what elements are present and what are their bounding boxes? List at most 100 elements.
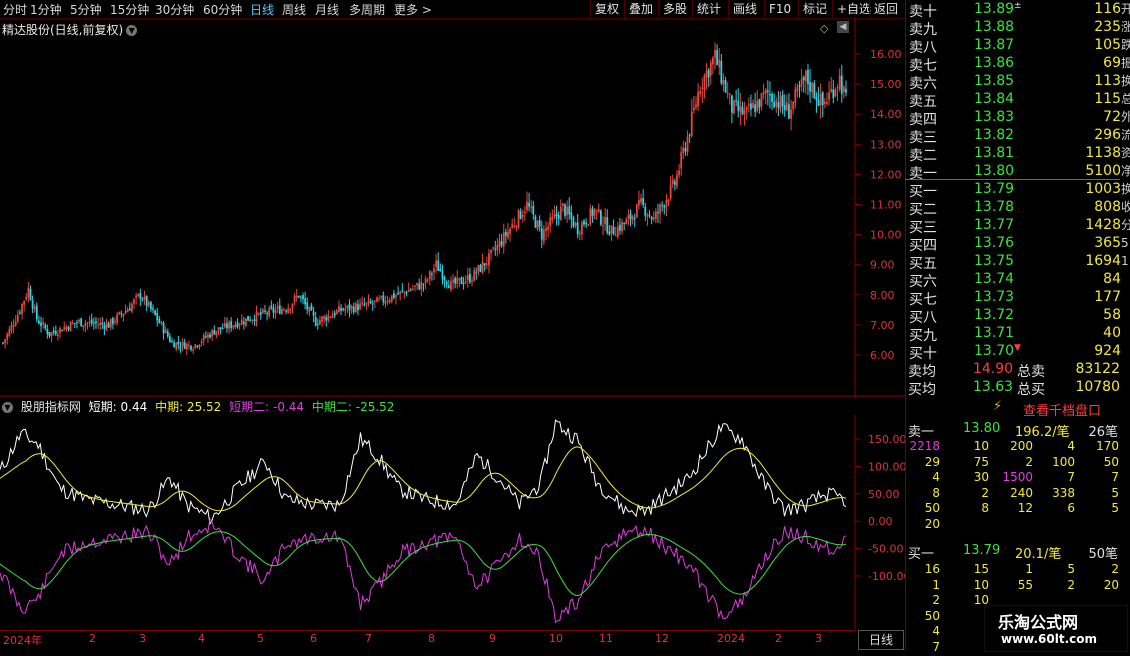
ask-row[interactable]: 卖七 13.86 69 [906, 55, 1130, 74]
candle-body [745, 107, 748, 111]
candle-body [65, 326, 68, 330]
candle-body [430, 273, 433, 275]
price-tick-label: 14.00 [870, 108, 902, 121]
candle-body [257, 313, 260, 315]
candle-body [268, 307, 271, 317]
price-tick-label: 8.00 [870, 289, 895, 302]
ask-row[interactable]: 卖九 13.88 235 [906, 19, 1130, 38]
bid-row[interactable]: 买一 13.79 1003 [906, 181, 1130, 200]
period-tab-60min[interactable]: 60分钟 [203, 1, 242, 18]
candle-body [259, 312, 262, 315]
ask-row[interactable]: 卖八 13.87 105 [906, 37, 1130, 56]
candle-body [111, 318, 114, 325]
period-tab-分时[interactable]: 分时 [3, 1, 27, 18]
level-volume: 69 [1103, 55, 1121, 71]
bid-row[interactable]: 买四 13.76 365 [906, 235, 1130, 254]
indicator-chart[interactable]: 150.00 100.00 50.00 0.00 -50.00 -100.00 [0, 415, 905, 630]
candle-body [783, 104, 786, 111]
mid-line [0, 446, 847, 512]
candle-body [61, 329, 64, 332]
candle-body [276, 306, 279, 309]
ask-row[interactable]: 卖三 13.82 296 [906, 127, 1130, 146]
queue-cell: 5 [1111, 501, 1119, 515]
candle-body [583, 220, 585, 225]
bid-row[interactable]: 买十 13.70 924 ▼ [906, 343, 1130, 362]
candle-body [428, 271, 431, 280]
level-volume: 105 [1094, 37, 1121, 53]
candle-body [572, 218, 575, 227]
candle-body [261, 309, 264, 313]
candle-body [27, 287, 30, 298]
candle-body [644, 206, 647, 216]
period-tab-5min[interactable]: 5分钟 [70, 1, 102, 18]
candle-body [323, 316, 326, 319]
candle-body [80, 318, 83, 327]
candle-body [538, 220, 541, 227]
candle-body [278, 305, 281, 314]
level-price: 13.87 [974, 37, 1015, 53]
candle-body [249, 320, 252, 322]
ask-row[interactable]: 卖六 13.85 113 [906, 73, 1130, 92]
candle-body [747, 104, 750, 106]
candle-body [73, 322, 76, 324]
multi-stock-button[interactable]: 多股 [658, 0, 691, 18]
draw-line-button[interactable]: 画线 [728, 0, 761, 18]
period-tab-1min[interactable]: 1分钟 [30, 1, 62, 18]
candle-body [587, 224, 590, 226]
candle-body [280, 308, 283, 315]
candle-body [585, 222, 588, 225]
candle-body [335, 310, 338, 314]
bid-row[interactable]: 买五 13.75 1694 [906, 253, 1130, 272]
candle-body [777, 102, 780, 108]
ask-row[interactable]: 卖二 13.81 1138 [906, 145, 1130, 164]
candle-body [84, 323, 87, 326]
period-indicator-box[interactable]: 日线 [858, 630, 904, 650]
bid-row[interactable]: 买三 13.77 1428 [906, 217, 1130, 236]
candle-body [270, 305, 273, 309]
restore-rights-button[interactable]: 复权 [590, 0, 623, 18]
candle-body [728, 93, 731, 95]
period-tab-daily[interactable]: 日线 [250, 1, 274, 18]
back-button[interactable]: 返回 [869, 0, 902, 18]
candle-body [116, 314, 118, 323]
bid-row[interactable]: 买七 13.73 177 [906, 289, 1130, 308]
level-volume: 808 [1094, 199, 1121, 215]
edge-char: 总 [1121, 92, 1130, 106]
period-tab-monthly[interactable]: 月线 [315, 1, 339, 18]
bid-row[interactable]: 买九 13.71 40 [906, 325, 1130, 344]
candle-body [686, 136, 689, 153]
mark-button[interactable]: 标记 [798, 0, 831, 18]
period-tab-more[interactable]: 更多 > [394, 1, 432, 18]
bid-row[interactable]: 买八 13.72 58 [906, 307, 1130, 326]
period-tab-multi[interactable]: 多周期 [349, 1, 385, 18]
candle-body [316, 324, 319, 326]
bid-row[interactable]: 买六 13.74 84 [906, 271, 1130, 290]
edge-char: 资 [1121, 146, 1130, 160]
thousand-depth-link[interactable]: ⚡ 查看千档盘口 [905, 398, 1120, 419]
chevron-down-icon[interactable]: ▼ [2, 402, 13, 413]
candle-body [731, 95, 733, 113]
queue-cell: 4 [1067, 439, 1075, 453]
candle-body [502, 232, 505, 247]
ask-row[interactable]: 卖四 13.83 72 [906, 109, 1130, 128]
overlay-button[interactable]: 叠加 [624, 0, 657, 18]
candle-body [38, 320, 40, 324]
ask-row[interactable]: 卖五 13.84 115 [906, 91, 1130, 110]
indicator-short-value: 短期: 0.44 [88, 400, 148, 414]
period-tab-30min[interactable]: 30分钟 [155, 1, 194, 18]
period-tab-weekly[interactable]: 周线 [282, 1, 306, 18]
candle-body [31, 300, 34, 309]
bid-row[interactable]: 买二 13.78 808 [906, 199, 1130, 218]
period-tab-15min[interactable]: 15分钟 [110, 1, 149, 18]
candle-body [8, 329, 11, 336]
candlestick-chart[interactable]: 16.00 15.00 14.00 13.00 12.00 11.00 10.00 9.00 8… [0, 19, 905, 397]
up-marker-icon: ± [1014, 1, 1022, 11]
queue-cell: 20 [924, 516, 940, 531]
statistics-button[interactable]: 统计 [692, 0, 725, 18]
level-price: 13.89 [974, 1, 1015, 17]
candle-body [684, 148, 687, 152]
ask-row[interactable]: 卖十 13.89 116 ± [906, 1, 1130, 20]
candle-body [10, 324, 13, 331]
candle-body [458, 278, 461, 280]
f10-button[interactable]: F10 [764, 0, 795, 18]
